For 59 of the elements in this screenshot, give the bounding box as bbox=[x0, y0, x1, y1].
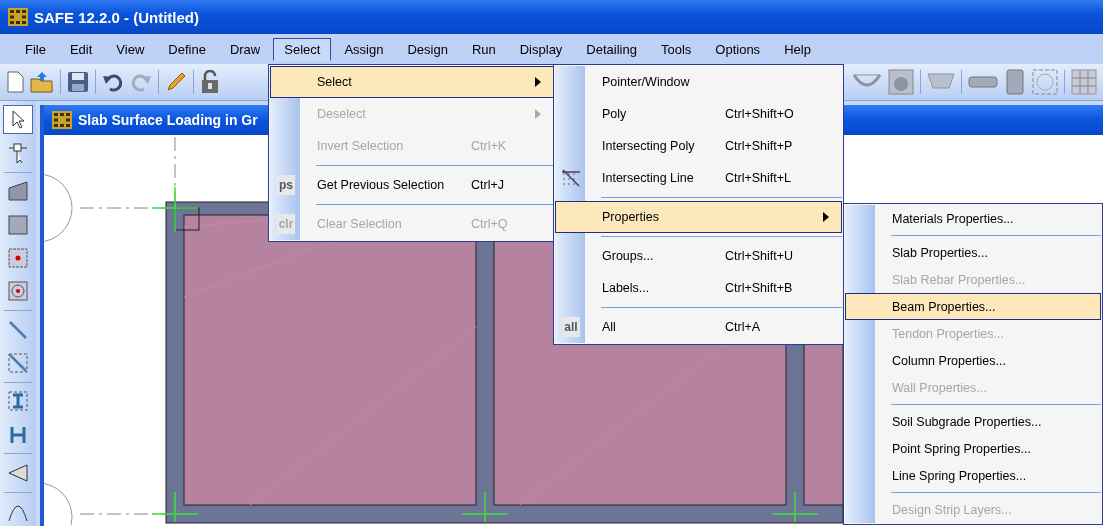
save-icon[interactable] bbox=[67, 71, 89, 93]
menu-item[interactable]: Labels... Ctrl+Shift+B bbox=[555, 272, 842, 304]
menu-bar-item[interactable]: Select bbox=[273, 37, 332, 61]
pencil-icon[interactable] bbox=[165, 71, 187, 93]
line-box-icon bbox=[7, 352, 29, 374]
menu-item[interactable]: Intersecting Line Ctrl+Shift+L bbox=[555, 162, 842, 194]
menu-item[interactable]: Column Properties... bbox=[845, 347, 1101, 374]
menu-bar-item[interactable]: Design bbox=[396, 37, 459, 61]
menu-bar-item[interactable]: File bbox=[14, 37, 57, 61]
point-icon bbox=[7, 247, 29, 269]
menu-item[interactable]: Intersecting Poly Ctrl+Shift+P bbox=[555, 130, 842, 162]
menu-item[interactable]: Point Spring Properties... bbox=[845, 435, 1101, 462]
menu-bar-item[interactable]: Edit bbox=[58, 37, 104, 61]
snap-marker bbox=[151, 186, 199, 233]
grid-bubble bbox=[44, 482, 73, 525]
slab-rect-icon bbox=[7, 213, 29, 236]
reshape-icon bbox=[7, 142, 29, 164]
menu-bar-item[interactable]: View bbox=[105, 37, 156, 61]
menu-item[interactable]: all All Ctrl+A bbox=[555, 311, 842, 343]
menu-bar-item[interactable]: Assign bbox=[333, 37, 395, 61]
view-window-title: Slab Surface Loading in Gr bbox=[78, 112, 258, 128]
menu-bar-item[interactable]: Options bbox=[704, 37, 772, 61]
beam-icon bbox=[7, 390, 29, 413]
menu-bar-item[interactable]: Draw bbox=[218, 37, 272, 61]
snap-marker bbox=[771, 491, 819, 523]
column-outline bbox=[174, 207, 200, 231]
intersect-line-icon bbox=[561, 168, 581, 188]
menu-item[interactable]: Properties bbox=[555, 201, 842, 233]
snap-marker bbox=[461, 491, 509, 523]
grid-bubble bbox=[44, 173, 73, 243]
pointer-tool[interactable] bbox=[3, 105, 33, 135]
menu-item[interactable]: Pointer/Window bbox=[555, 66, 842, 98]
menu-item[interactable]: Materials Properties... bbox=[845, 205, 1101, 232]
menu-item-badge: all bbox=[562, 317, 580, 337]
menu-bar-item[interactable]: Help bbox=[773, 37, 822, 61]
line-icon bbox=[7, 318, 29, 341]
menu-item[interactable]: ps Get Previous Selection Ctrl+J bbox=[270, 169, 554, 201]
snap-marker bbox=[151, 491, 199, 523]
grid-logo-icon bbox=[52, 111, 72, 129]
menu-item[interactable]: Soil Subgrade Properties... bbox=[845, 408, 1101, 435]
slab-poly-icon bbox=[7, 180, 29, 203]
wedge-icon bbox=[7, 462, 29, 484]
menu-bar-item[interactable]: Detailing bbox=[575, 37, 648, 61]
menu-bar-item[interactable]: Run bbox=[460, 37, 507, 61]
window-title: SAFE 12.2.0 - (Untitled) bbox=[34, 8, 200, 26]
menu-item[interactable]: Poly Ctrl+Shift+O bbox=[555, 98, 842, 130]
column-icon[interactable] bbox=[1004, 69, 1026, 95]
menu-bar-item[interactable]: Define bbox=[157, 37, 217, 61]
menu-item[interactable]: Groups... Ctrl+Shift+U bbox=[555, 240, 842, 272]
menu-bar-item[interactable]: Display bbox=[508, 37, 574, 61]
menu-item[interactable]: Line Spring Properties... bbox=[845, 462, 1101, 489]
padlock-icon[interactable] bbox=[200, 70, 220, 94]
grid-logo-icon bbox=[8, 8, 28, 26]
new-file-icon[interactable] bbox=[6, 71, 24, 93]
menu-item[interactable]: Slab Properties... bbox=[845, 239, 1101, 266]
menu-item[interactable]: Beam Properties... bbox=[845, 293, 1101, 320]
folder-icon[interactable] bbox=[30, 71, 54, 93]
menu-item[interactable]: Select bbox=[270, 66, 554, 98]
menu-bar-item[interactable]: Tools bbox=[649, 37, 703, 61]
